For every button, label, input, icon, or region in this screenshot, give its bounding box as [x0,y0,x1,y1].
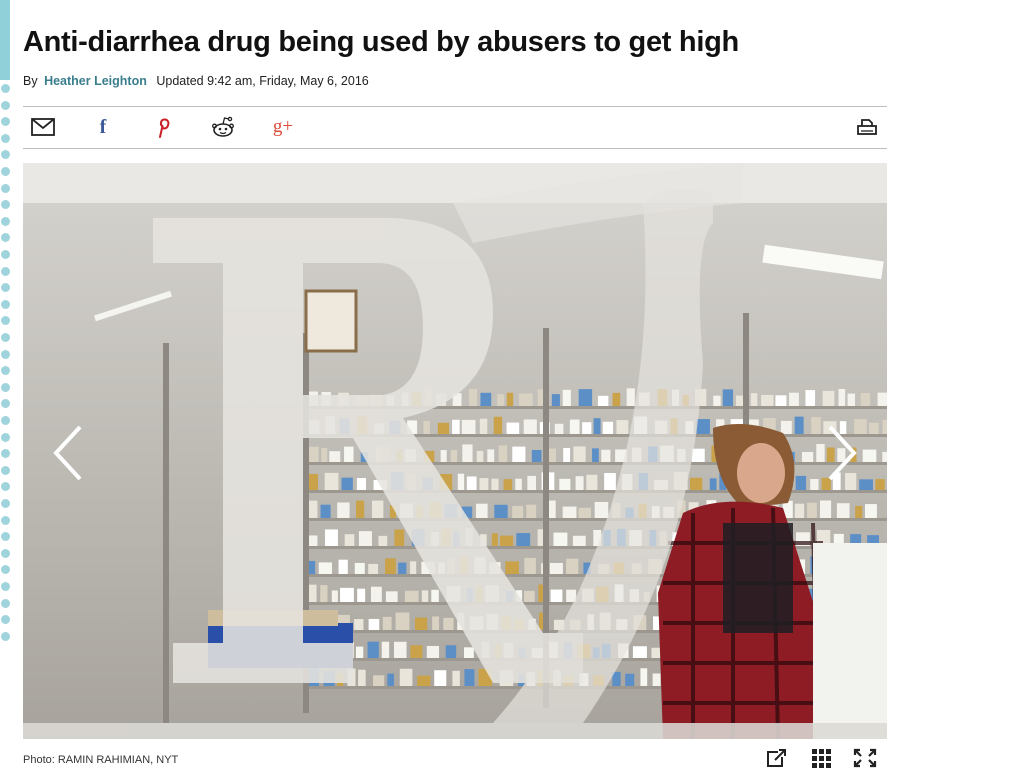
rail-dot [1,432,10,442]
google-plus-glyph: g+ [272,116,294,137]
rail-dot [1,399,10,409]
rail-dot [1,233,10,243]
counter [813,543,887,739]
rail-dot [1,333,10,342]
rail-dot [1,266,10,276]
next-photo-button[interactable] [818,423,862,483]
fullscreen-icon[interactable] [853,748,877,768]
author-link[interactable]: Heather Leighton [44,74,147,88]
byline-prefix: By [23,74,38,88]
rail-dot [1,532,10,542]
rail-dot [1,615,10,625]
rail-dot [1,183,10,193]
facebook-icon[interactable]: f [91,115,115,139]
rail-dot [1,216,10,226]
rail-dot [1,465,10,475]
rail-dot [1,200,10,210]
rail-dot [1,382,10,392]
rail-dot [1,582,10,591]
share-bar: f g+ [23,106,887,149]
rail-dot [1,366,10,376]
accent-bar [0,0,10,80]
rail-dot [1,117,10,127]
decorative-dot-rail [0,84,12,654]
rail-dot [1,299,10,309]
article-headline: Anti-diarrhea drug being used by abusers… [23,26,739,58]
rail-dot [1,416,10,425]
facebook-glyph: f [99,115,107,138]
rail-dot [1,499,10,508]
grid-icon[interactable] [809,748,833,768]
rail-dot [1,316,10,326]
open-external-icon[interactable] [765,748,789,768]
rail-dot [1,449,10,459]
rail-dot [1,100,10,110]
rail-dot [1,283,10,293]
framed-picture [304,289,358,353]
pinterest-icon[interactable] [151,115,175,139]
byline: By Heather Leighton Updated 9:42 am, Fri… [23,74,369,88]
google-plus-icon[interactable]: g+ [271,115,295,139]
rail-dot [1,133,10,143]
email-icon[interactable] [31,115,55,139]
photo-credit: Photo: RAMIN RAHIMIAN, NYT [23,754,179,766]
gallery-photo[interactable] [23,163,887,739]
rail-dot [1,565,10,575]
rail-dot [1,150,10,160]
rail-dot [1,598,10,608]
rail-dot [1,515,10,525]
rail-dot [1,631,10,641]
print-icon[interactable] [855,115,879,139]
rail-dot [1,167,10,176]
reddit-icon[interactable] [211,115,235,139]
rail-dot [1,548,10,558]
rail-dot [1,250,10,259]
rail-dot [1,482,10,492]
rail-dot [1,84,10,93]
updated-timestamp: Updated 9:42 am, Friday, May 6, 2016 [156,74,369,88]
previous-photo-button[interactable] [48,423,92,483]
ceiling [23,163,887,203]
rail-dot [1,349,10,359]
